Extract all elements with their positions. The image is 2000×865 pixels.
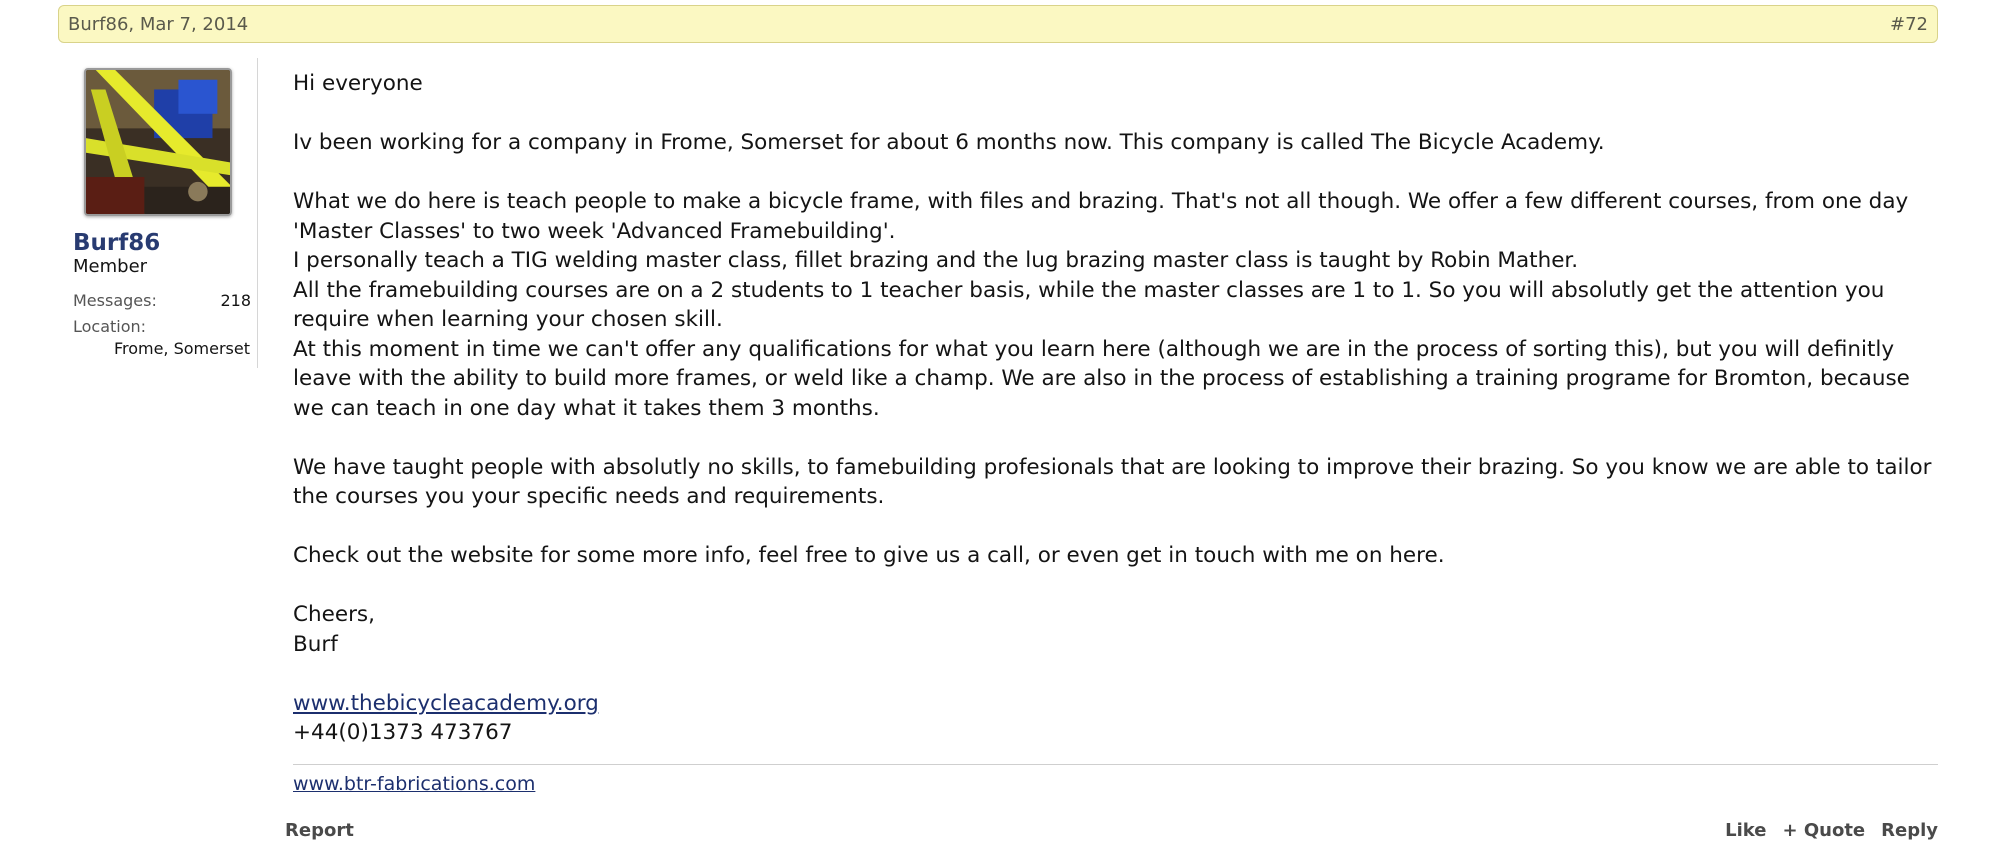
location-label: Location: xyxy=(73,317,147,336)
message-paragraph: What we do here is teach people to make … xyxy=(293,189,1909,244)
post-author-date[interactable]: Burf86, Mar 7, 2014 xyxy=(68,14,248,35)
avatar-image xyxy=(86,70,230,214)
message-paragraph: All the framebuilding courses are on a 2… xyxy=(293,277,1885,333)
avatar[interactable] xyxy=(84,68,232,216)
signature-link[interactable]: www.btr-fabrications.com xyxy=(293,773,535,795)
report-button[interactable]: Report xyxy=(285,820,354,841)
message-signoff-name: Burf xyxy=(293,631,338,657)
phone-number: +44(0)1373 473767 xyxy=(293,720,513,745)
location-stat: Location: xyxy=(73,317,251,336)
message-signoff: Cheers, xyxy=(293,602,375,627)
messages-stat: Messages: 218 xyxy=(73,291,251,310)
username-link[interactable]: Burf86 xyxy=(73,230,160,256)
post-controls: Report Like + Quote Reply xyxy=(285,820,1938,850)
message-paragraph: We have taught people with absolutly no … xyxy=(293,454,1932,510)
website-link[interactable]: www.thebicycleacademy.org xyxy=(293,691,599,716)
message-paragraph: Check out the website for some more info… xyxy=(293,543,1445,568)
signature: www.btr-fabrications.com xyxy=(293,773,535,795)
quote-button[interactable]: + Quote xyxy=(1782,820,1865,841)
post-header: Burf86, Mar 7, 2014 #72 xyxy=(58,5,1938,43)
like-button[interactable]: Like xyxy=(1725,820,1766,841)
user-info-panel: Burf86 Member Messages: 218 Location: Fr… xyxy=(58,58,258,368)
message-paragraph: I personally teach a TIG welding master … xyxy=(293,248,1579,273)
message-body: Hi everyone Iv been working for a compan… xyxy=(293,69,1943,748)
reply-button[interactable]: Reply xyxy=(1881,820,1938,841)
message-paragraph: Iv been working for a company in Frome, … xyxy=(293,130,1605,155)
message-greeting: Hi everyone xyxy=(293,71,423,96)
location-value[interactable]: Frome, Somerset xyxy=(114,339,250,358)
message-paragraph: At this moment in time we can't offer an… xyxy=(293,336,1910,421)
messages-count[interactable]: 218 xyxy=(220,291,251,310)
user-title: Member xyxy=(73,256,148,277)
messages-label: Messages: xyxy=(73,291,157,310)
signature-divider xyxy=(293,764,1938,765)
post-permalink[interactable]: #72 xyxy=(1890,14,1928,35)
